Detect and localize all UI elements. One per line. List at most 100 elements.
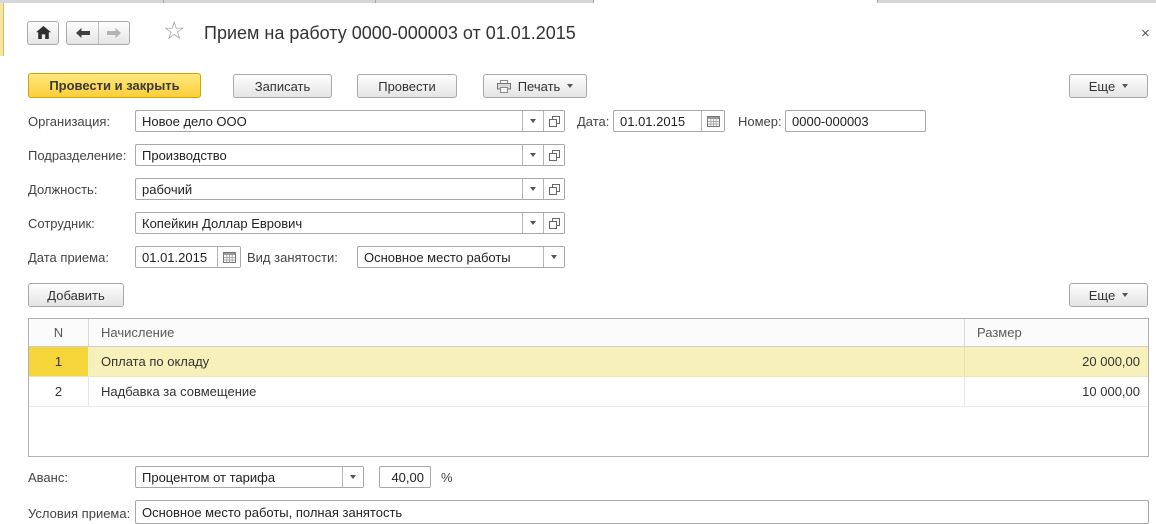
save-button[interactable]: Записать (233, 74, 332, 98)
page-title: Прием на работу 0000-000003 от 01.01.201… (204, 23, 576, 43)
row-accrual-cell: Надбавка за совмещение (89, 377, 965, 406)
doc-number-field (785, 110, 926, 132)
department-open-button[interactable] (543, 145, 564, 165)
more-button-table[interactable]: Еще (1069, 283, 1148, 307)
more-button-top[interactable]: Еще (1069, 74, 1148, 98)
tab-divider (593, 0, 594, 3)
print-dropdown-icon (567, 84, 574, 88)
chevron-down-icon (530, 153, 536, 157)
employee-open-button[interactable] (543, 213, 564, 233)
top-tab-strip (0, 0, 1156, 3)
print-label: Печать (517, 78, 561, 94)
position-field (135, 178, 565, 200)
doc-date-input[interactable] (614, 111, 701, 131)
back-button[interactable] (67, 22, 98, 44)
window-edge-accent (0, 3, 4, 56)
calendar-icon (222, 251, 236, 263)
conditions-input[interactable] (136, 501, 1148, 523)
employee-label: Сотрудник: (28, 216, 95, 231)
active-tab-segment (593, 0, 877, 3)
print-button[interactable]: Печать (483, 74, 587, 98)
doc-date-field (613, 110, 725, 132)
chevron-down-icon (350, 475, 356, 479)
home-icon (35, 26, 51, 39)
doc-date-label: Дата: (577, 114, 610, 129)
chevron-down-icon (530, 187, 536, 191)
row-num-cell: 2 (29, 377, 89, 406)
conditions-label: Условия приема: (28, 506, 131, 521)
doc-date-calendar-button[interactable] (701, 111, 724, 131)
save-label: Записать (254, 78, 311, 94)
row-accrual-cell: Оплата по окладу (89, 347, 965, 376)
forward-button[interactable] (98, 22, 129, 44)
row-amount-cell: 20 000,00 (1082, 354, 1140, 369)
close-icon[interactable]: × (1141, 26, 1150, 41)
table-row[interactable]: 2 Надбавка за совмещение 10 000,00 (29, 377, 1148, 407)
organization-field (135, 110, 565, 132)
history-nav-group (66, 21, 130, 45)
chevron-down-icon (530, 119, 536, 123)
department-input[interactable] (136, 145, 522, 165)
column-header-amount[interactable]: Размер (965, 319, 1148, 346)
position-dropdown-button[interactable] (522, 179, 543, 199)
department-dropdown-button[interactable] (522, 145, 543, 165)
hire-date-input[interactable] (136, 247, 217, 267)
department-label: Подразделение: (28, 148, 127, 163)
hire-date-calendar-button[interactable] (217, 247, 240, 267)
employee-input[interactable] (136, 213, 522, 233)
advance-percent-input[interactable] (380, 467, 430, 487)
row-num-cell: 1 (29, 347, 89, 376)
organization-dropdown-button[interactable] (522, 111, 543, 131)
open-item-icon (548, 217, 560, 229)
advance-field (135, 466, 364, 488)
column-header-num[interactable]: N (29, 319, 89, 346)
accruals-table: N Начисление Размер 1 Оплата по окладу 2… (28, 318, 1149, 457)
add-row-label: Добавить (47, 287, 105, 303)
document-window: ☆ Прием на работу 0000-000003 от 01.01.2… (0, 0, 1156, 524)
organization-open-button[interactable] (543, 111, 564, 131)
tab-divider (163, 0, 164, 3)
column-header-accrual[interactable]: Начисление (89, 319, 965, 346)
home-button[interactable] (27, 21, 59, 45)
doc-number-label: Номер: (738, 114, 782, 129)
tab-divider (375, 0, 376, 3)
back-arrow-icon (75, 28, 90, 38)
post-button[interactable]: Провести (357, 74, 457, 98)
chevron-down-icon (530, 221, 536, 225)
department-field (135, 144, 565, 166)
hire-date-field (135, 246, 241, 268)
employment-type-label: Вид занятости: (247, 250, 338, 265)
table-header-row: N Начисление Размер (29, 319, 1148, 347)
more-label: Еще (1088, 287, 1116, 303)
more-dropdown-icon (1122, 293, 1129, 297)
post-and-close-button[interactable]: Провести и закрыть (28, 73, 201, 98)
table-row[interactable]: 1 Оплата по окладу 20 000,00 (29, 347, 1148, 377)
advance-input[interactable] (136, 467, 342, 487)
printer-icon (496, 79, 511, 93)
chevron-down-icon (551, 255, 557, 259)
advance-label: Аванс: (28, 470, 68, 485)
doc-number-input[interactable] (786, 111, 925, 131)
employment-type-input[interactable] (358, 247, 543, 267)
employee-dropdown-button[interactable] (522, 213, 543, 233)
calendar-icon (706, 115, 720, 127)
percent-sign: % (441, 470, 453, 485)
position-input[interactable] (136, 179, 522, 199)
favorite-star-icon[interactable]: ☆ (163, 19, 185, 44)
open-item-icon (548, 115, 560, 127)
advance-dropdown-button[interactable] (342, 467, 363, 487)
post-label: Провести (378, 78, 436, 94)
post-and-close-label: Провести и закрыть (49, 78, 180, 93)
organization-label: Организация: (28, 114, 111, 129)
organization-input[interactable] (136, 111, 522, 131)
add-row-button[interactable]: Добавить (28, 283, 124, 307)
employee-field (135, 212, 565, 234)
open-item-icon (548, 183, 560, 195)
more-label: Еще (1088, 78, 1116, 94)
position-label: Должность: (28, 182, 98, 197)
tab-divider (877, 0, 878, 3)
position-open-button[interactable] (543, 179, 564, 199)
conditions-field (135, 500, 1149, 524)
hire-date-label: Дата приема: (28, 250, 109, 265)
employment-type-dropdown-button[interactable] (543, 247, 564, 267)
